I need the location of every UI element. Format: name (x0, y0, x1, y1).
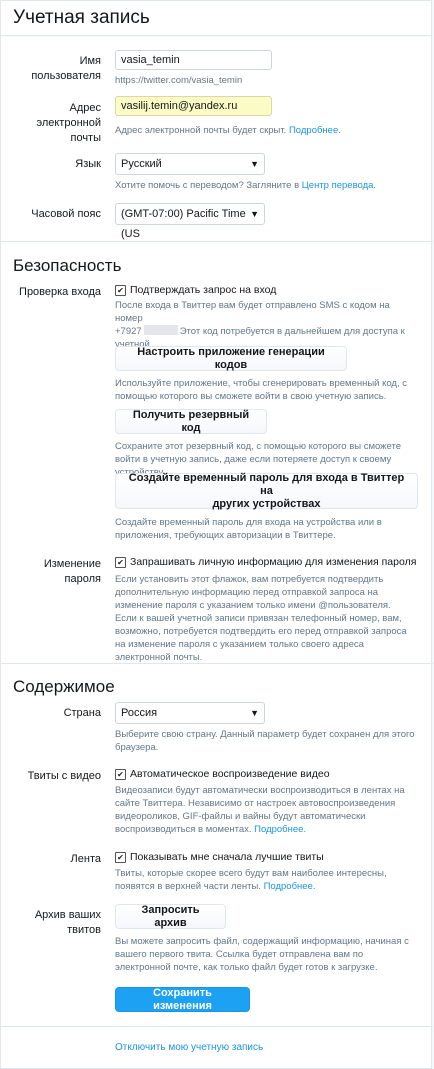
timezone-label: Часовой пояс (31, 208, 101, 220)
login-check-help-line1: После входа в Твиттер вам будет отправле… (115, 300, 390, 324)
request-archive-button[interactable]: Запросить архив (115, 904, 226, 929)
archive-label-line1: Архив ваших (34, 909, 101, 921)
chevron-down-icon: ▼ (250, 159, 259, 169)
email-label: Адрес электронной почты (9, 101, 101, 146)
backup-code-button[interactable]: Получить резервный код (115, 409, 267, 434)
email-label-line2: почты (70, 132, 101, 144)
country-help: Выберите свою страну. Данный параметр бу… (115, 729, 415, 753)
security-section-title: Безопасность (13, 256, 122, 275)
archive-label: Архив ваших твитов (9, 908, 101, 938)
chevron-down-icon: ▼ (250, 708, 259, 718)
country-select-value: Россия (121, 707, 158, 719)
login-check-checkbox-label: Подтверждать запрос на вход (130, 284, 277, 296)
language-help-text: Хотите помочь с переводом? Загляните в (115, 180, 300, 191)
save-changes-button[interactable]: Сохранить изменения (115, 987, 250, 1012)
page-title: Учетная запись (13, 7, 150, 28)
checkbox-checked-icon: ✔ (115, 284, 126, 296)
chevron-down-icon: ▼ (250, 209, 259, 219)
username-input[interactable]: vasia_temin (115, 50, 272, 70)
timeline-help-text: Твиты, которые скорее всего будут вам на… (115, 868, 387, 892)
country-select[interactable]: Россия ▼ (115, 702, 265, 724)
timeline-more-link[interactable]: Подробнее. (264, 881, 316, 892)
deactivate-account-link[interactable]: Отключить мою учетную запись (115, 1042, 263, 1053)
timezone-select-value: (GMT-07:00) Pacific Time (US (121, 208, 246, 240)
language-select-value: Русский (121, 158, 162, 170)
best-tweets-checkbox[interactable]: ✔ Показывать мне сначала лучшие твиты (115, 850, 324, 864)
account-settings-panel: Учетная запись Имя пользователя vasia_te… (0, 0, 433, 1069)
country-label: Страна (63, 707, 101, 719)
phone-prefix: +7927 (115, 326, 142, 337)
section-divider (1, 1026, 433, 1027)
autoplay-video-checkbox[interactable]: ✔ Автоматическое воспроизведение видео (115, 767, 330, 781)
username-label: Имя пользователя (31, 55, 101, 82)
setup-app-help: Используйте приложение, чтобы сгенериров… (115, 378, 407, 402)
content-section-title: Содержимое (13, 677, 115, 696)
password-change-checkbox[interactable]: ✔ Запрашивать личную информацию для изме… (115, 555, 416, 569)
email-help-text: Адрес электронной почты будет скрыт. (115, 125, 287, 136)
password-change-help: Если установить этот флажок, вам потребу… (115, 574, 407, 663)
language-select[interactable]: Русский ▼ (115, 153, 265, 175)
password-change-checkbox-label: Запрашивать личную информацию для измене… (130, 556, 417, 568)
timezone-select[interactable]: (GMT-07:00) Pacific Time (US ▼ (115, 203, 265, 240)
setup-code-app-button[interactable]: Настроить приложение генерации кодов (115, 346, 347, 371)
section-divider (1, 663, 433, 664)
login-check-label: Проверка входа (19, 286, 101, 298)
email-more-link[interactable]: Подробнее. (289, 125, 341, 136)
username-url: https://twitter.com/vasia_temin (115, 75, 243, 86)
language-help: Хотите помочь с переводом? Загляните в Ц… (115, 179, 415, 192)
video-help: Видеозаписи будут автоматически воспроиз… (115, 784, 415, 836)
temp-password-button[interactable]: Создайте временный пароль для входа в Тв… (115, 472, 418, 511)
autoplay-video-checkbox-label: Автоматическое воспроизведение видео (130, 768, 330, 780)
translation-center-link[interactable]: Центр перевода. (302, 180, 376, 191)
archive-help: Вы можете запросить файл, содержащий инф… (115, 936, 409, 973)
email-label-line1: Адрес электронной (36, 102, 101, 129)
language-label: Язык (75, 158, 101, 170)
checkbox-checked-icon: ✔ (115, 556, 126, 568)
email-input[interactable]: vasilij.temin@yandex.ru (115, 96, 272, 116)
video-tweets-label: Твиты с видео (27, 770, 101, 782)
timeline-label: Лента (70, 853, 101, 865)
temp-password-button-text: Создайте временный пароль для входа в Тв… (124, 472, 409, 511)
timeline-help: Твиты, которые скорее всего будут вам на… (115, 867, 415, 893)
login-check-checkbox[interactable]: ✔ Подтверждать запрос на вход (115, 283, 276, 297)
checkbox-checked-icon: ✔ (115, 768, 126, 780)
password-change-label: Изменение пароля (43, 558, 101, 585)
temp-password-line1: Создайте временный пароль для входа в Тв… (128, 471, 405, 497)
temp-password-line2: других устройствах (212, 497, 321, 510)
email-help: Адрес электронной почты будет скрыт. Под… (115, 124, 415, 137)
archive-label-line2: твитов (67, 924, 101, 936)
best-tweets-checkbox-label: Показывать мне сначала лучшие твиты (130, 851, 324, 863)
section-divider (1, 241, 433, 242)
redacted-phone (143, 325, 178, 335)
page-header: Учетная запись (1, 1, 431, 36)
video-more-link[interactable]: Подробнее. (254, 824, 306, 835)
temp-password-help: Создайте временный пароль для входа на у… (115, 517, 382, 541)
checkbox-checked-icon: ✔ (115, 851, 126, 863)
